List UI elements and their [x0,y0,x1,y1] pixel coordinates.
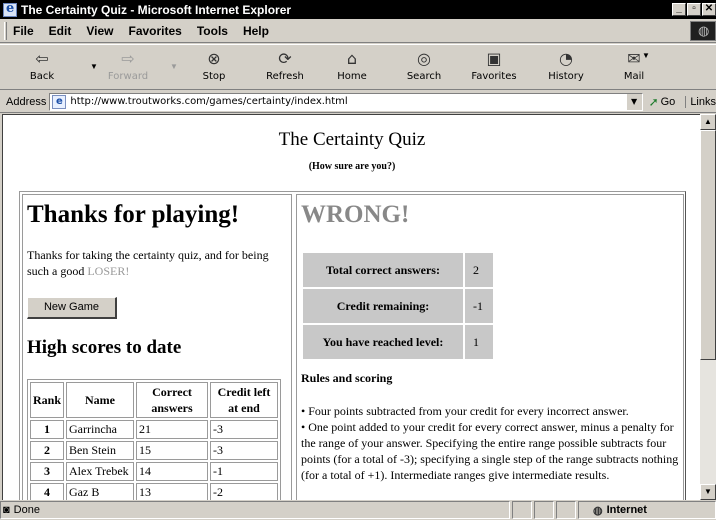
scroll-down-icon[interactable]: ▼ [700,484,716,500]
thanks-message: Thanks for taking the certainty quiz, an… [27,248,269,278]
rule-item: • Four points subtracted from your credi… [301,404,629,418]
address-url[interactable]: http://www.troutworks.com/games/certaint… [70,96,347,107]
scroll-thumb[interactable] [700,130,716,360]
loser-text: LOSER! [87,264,130,278]
close-button[interactable]: ✕ [702,3,716,16]
windows-logo-icon [690,21,716,41]
standard-toolbar: ⇦ Back ▼ ⇨ Forward ▼ ⊗ Stop ⟳ Refresh ⌂ … [0,44,716,90]
refresh-icon: ⟳ [278,49,292,68]
table-header-row: Rank Name Correct answers Credit left at… [30,382,279,418]
table-row: 1 Garrincha 21 -3 [30,420,279,439]
forward-button[interactable]: ⇨ Forward [106,47,150,89]
menu-edit[interactable]: Edit [49,24,72,38]
favorites-button[interactable]: ▣ Favorites [470,47,518,89]
address-label: Address [6,95,47,108]
vertical-scrollbar[interactable]: ▲ ▼ [700,114,716,500]
col-rank: Rank [30,382,65,418]
new-game-button[interactable]: New Game [27,297,117,319]
high-scores-heading: High scores to date [27,337,182,358]
search-button[interactable]: ◎ Search [404,47,444,89]
main-layout-table: Thanks for playing! Thanks for taking th… [19,191,686,500]
status-text: Done [13,504,40,516]
stop-icon: ⊗ [207,49,221,68]
status-cell [556,501,576,519]
stat-row: You have reached level: 1 [303,325,493,359]
favorites-icon: ▣ [486,49,502,68]
menu-favorites[interactable]: Favorites [128,24,181,38]
ie-icon [3,1,17,17]
page-title: The Certainty Quiz [278,129,426,150]
page-icon: e [52,94,67,109]
maximize-button[interactable]: ▫ [687,3,701,16]
back-arrow-icon: ⇦ [35,49,49,68]
address-dropdown-icon[interactable]: ▼ [625,93,642,110]
refresh-button[interactable]: ⟳ Refresh [262,47,308,89]
title-bar: The Certainty Quiz - Microsoft Internet … [0,0,716,19]
table-row: 2 Ben Stein 15 -3 [30,441,279,460]
home-button[interactable]: ⌂ Home [334,47,370,89]
forward-dropdown-icon[interactable]: ▼ [170,62,178,71]
stat-label: Total correct answers: [303,253,463,287]
history-button[interactable]: ◔ History [546,47,586,89]
col-name: Name [66,382,135,418]
go-button[interactable]: ➚ Go [649,95,676,109]
address-input[interactable]: e http://www.troutworks.com/games/certai… [49,92,643,111]
security-zone: ◍ Internet [578,501,716,519]
back-button[interactable]: ⇦ Back [22,47,62,89]
rule-item: • One point added to your credit for eve… [301,420,679,482]
go-arrow-icon: ➚ [648,94,659,109]
status-cell [512,501,532,519]
thanks-heading: Thanks for playing! [27,201,240,228]
status-bar: ◙ Done ◍ Internet [0,500,716,520]
search-icon: ◎ [417,49,431,68]
page-done-icon: ◙ [3,504,10,516]
result-heading: WRONG! [301,201,410,228]
stat-value: 2 [465,253,493,287]
stat-row: Total correct answers: 2 [303,253,493,287]
col-correct: Correct answers [136,382,209,418]
address-bar: Address e http://www.troutworks.com/game… [0,91,716,113]
menu-file[interactable]: File [13,24,34,38]
back-dropdown-icon[interactable]: ▼ [90,62,98,71]
mail-dropdown-icon[interactable]: ▼ [642,51,650,60]
rules-heading: Rules and scoring [301,371,393,385]
stat-label: Credit remaining: [303,289,463,323]
minimize-button[interactable]: _ [672,3,686,16]
menu-view[interactable]: View [86,24,113,38]
home-icon: ⌂ [346,49,358,68]
history-icon: ◔ [559,49,573,68]
table-row: 3 Alex Trebek 14 -1 [30,462,279,481]
page-viewport[interactable]: The Certainty Quiz (How sure are you?) T… [2,114,700,500]
menu-tools[interactable]: Tools [197,24,228,38]
links-button[interactable]: Links [685,95,716,108]
right-panel: WRONG! Total correct answers: 2 Credit r… [296,194,684,500]
menu-bar: File Edit View Favorites Tools Help [0,19,716,43]
stat-value: -1 [465,289,493,323]
scroll-up-icon[interactable]: ▲ [700,114,716,130]
high-scores-table: Rank Name Correct answers Credit left at… [27,379,282,500]
stats-table: Total correct answers: 2 Credit remainin… [301,251,495,361]
table-row: 4 Gaz B 13 -2 [30,483,279,500]
rules-list: • Four points subtracted from your credi… [301,403,683,483]
window-title: The Certainty Quiz - Microsoft Internet … [21,2,292,17]
stat-label: You have reached level: [303,325,463,359]
col-credit: Credit left at end [210,382,279,418]
toolbar-grip[interactable] [4,21,7,40]
stat-row: Credit remaining: -1 [303,289,493,323]
menu-help[interactable]: Help [243,24,269,38]
status-cell [534,501,554,519]
forward-arrow-icon: ⇨ [121,49,135,68]
globe-icon: ◍ [593,504,603,517]
status-main: ◙ Done [0,501,510,519]
stop-button[interactable]: ⊗ Stop [196,47,232,89]
page-subtitle: (How sure are you?) [308,161,396,172]
left-panel: Thanks for playing! Thanks for taking th… [22,194,292,500]
stat-value: 1 [465,325,493,359]
